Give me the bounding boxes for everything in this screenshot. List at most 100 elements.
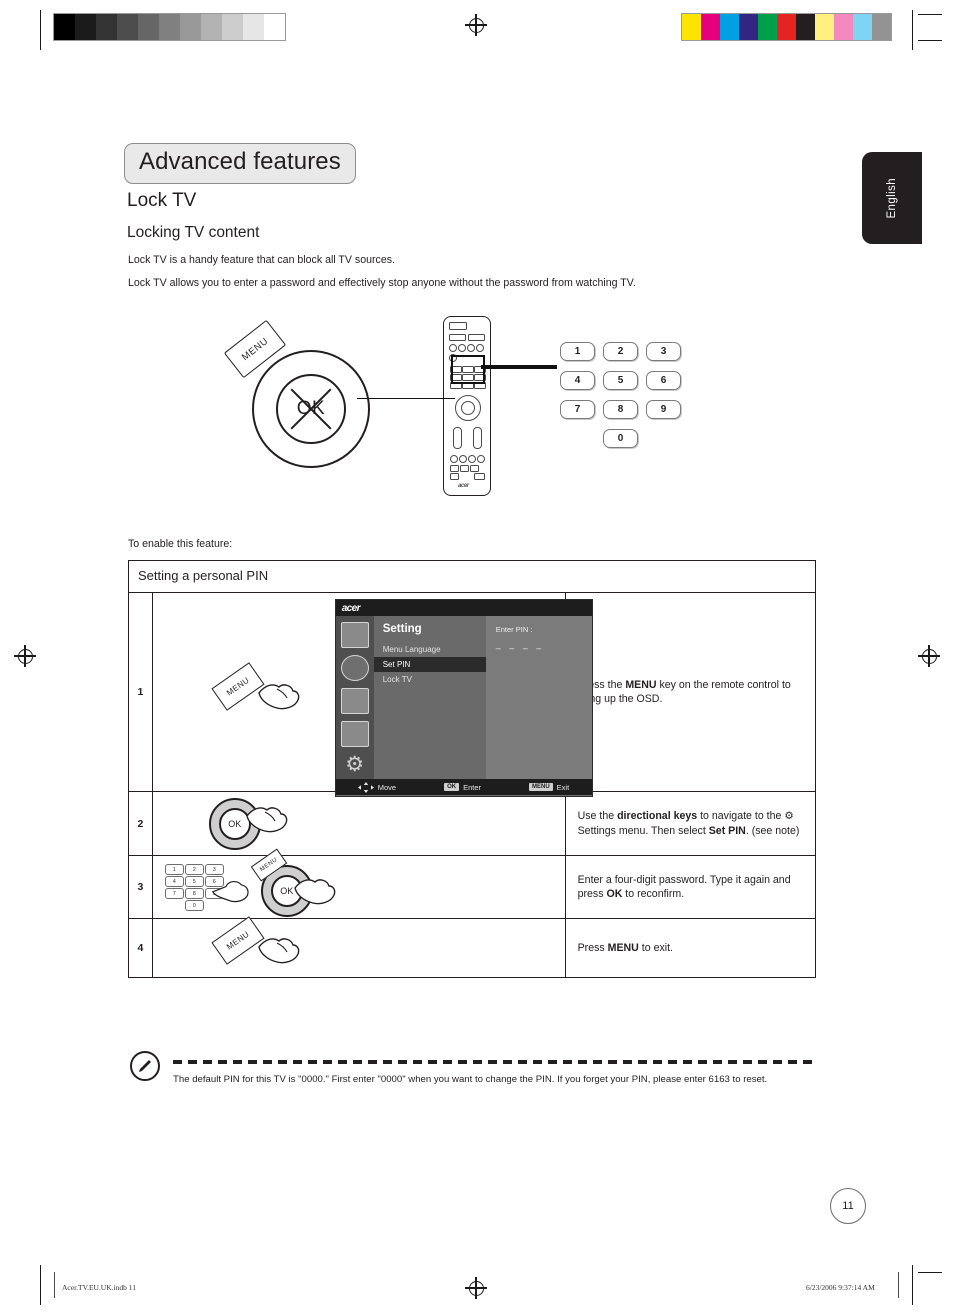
osd-menu-title: Setting	[382, 623, 422, 635]
osd-screenshot: acer ⚙ Setting Menu Language Set PIN Loc…	[334, 599, 593, 797]
language-tab-label: English	[886, 177, 898, 219]
picture-icon[interactable]	[340, 622, 369, 648]
note-divider	[173, 1060, 818, 1064]
mini-keypad-key-0: 0	[184, 900, 204, 911]
hand-pressing-icon	[257, 938, 300, 964]
table-row: 4 MENU Press MENU to exit.	[128, 916, 817, 978]
callout-line-ok	[357, 398, 455, 400]
menu-key-illustration-label: MENU	[224, 675, 251, 698]
hand-pressing-icon	[257, 684, 300, 710]
osd-body: ⚙ Setting Menu Language Set PIN Lock TV …	[335, 616, 592, 779]
mini-keypad-key-7: 7	[164, 888, 184, 899]
color-swatch	[739, 14, 758, 40]
step-2-illustration-cell: OK	[151, 791, 566, 856]
keypad-key-5[interactable]: 5	[603, 371, 638, 390]
ok-button-label: OK	[276, 374, 346, 444]
keypad-key-3[interactable]: 3	[646, 342, 681, 361]
table-row: 1 MENU acer ⚙ Setting Menu Language Set …	[128, 592, 817, 797]
grayscale-swatch	[159, 14, 180, 40]
osd-footer-move-label: Move	[377, 782, 397, 792]
step-instruction: Use the directional keys to navigate to …	[564, 791, 817, 856]
settings-gear-icon[interactable]: ⚙	[342, 754, 368, 778]
numeric-keypad-callout: 123 456 7890	[560, 342, 681, 450]
color-swatch	[758, 14, 777, 40]
keypad-key-0[interactable]: 0	[603, 429, 638, 448]
grayscale-calibration-bar	[53, 13, 286, 41]
section-title: Lock TV	[127, 190, 197, 211]
keypad-key-6[interactable]: 6	[646, 371, 681, 390]
grayscale-swatch	[222, 14, 243, 40]
lead-in-text: To enable this feature:	[128, 538, 233, 550]
note-text: The default PIN for this TV is "0000." F…	[173, 1074, 768, 1085]
remote-control-body: acer	[443, 316, 491, 496]
keypad-key-8[interactable]: 8	[603, 400, 638, 419]
footer-rule-right	[898, 1272, 899, 1298]
osd-key-menu: MENU	[529, 783, 553, 791]
osd-footer-exit-label: Exit	[556, 782, 570, 792]
color-swatch	[796, 14, 815, 40]
table-row: 3 1234567890 OK M	[128, 848, 817, 919]
registration-mark-left	[14, 645, 36, 667]
chapter-title: Advanced features	[124, 143, 356, 184]
hand-pressing-icon	[245, 807, 288, 833]
color-calibration-bar	[681, 13, 892, 41]
osd-menu-item-lock-tv[interactable]: Lock TV	[374, 672, 486, 687]
color-swatch	[853, 14, 872, 40]
crop-mark-bottom-left-v	[40, 1265, 42, 1305]
dpad-illustration: OK	[252, 350, 370, 468]
callout-line-keypad	[481, 365, 557, 369]
step-number: 4	[128, 918, 153, 978]
mini-keypad-key-3: 3	[204, 864, 224, 875]
osd-pin-dashes: – – – –	[495, 643, 545, 653]
color-swatch	[720, 14, 739, 40]
osd-footer-exit: MENU Exit	[529, 783, 569, 792]
sound-icon[interactable]	[340, 655, 369, 681]
grayscale-swatch	[243, 14, 264, 40]
osd-pin-prompt: Enter PIN :	[495, 625, 533, 634]
color-swatch	[777, 14, 796, 40]
menu-key-illustration-label: MENU	[258, 856, 279, 874]
hand-pointing-icon	[211, 880, 249, 903]
mini-keypad-key-5: 5	[184, 876, 204, 887]
mini-keypad-key-1: 1	[164, 864, 184, 875]
keypad-key-1[interactable]: 1	[560, 342, 595, 361]
channel-icon[interactable]	[340, 688, 369, 714]
keypad-highlight-box	[451, 355, 485, 384]
osd-menu-item-set-pin[interactable]: Set PIN	[373, 657, 486, 672]
footer-filename: Acer.TV.EU.UK.indb 11	[62, 1283, 136, 1292]
registration-mark-right	[918, 645, 940, 667]
crop-mark-top-right-h2	[918, 40, 942, 42]
osd-menu-column: Setting Menu Language Set PIN Lock TV	[373, 616, 486, 779]
keypad-key-7[interactable]: 7	[560, 400, 595, 419]
registration-mark-top	[465, 14, 487, 36]
menu-key-callout-label: MENU	[239, 335, 271, 363]
step-1-illustration-cell: MENU acer ⚙ Setting Menu Language Set PI…	[151, 592, 593, 797]
keypad-key-2[interactable]: 2	[603, 342, 638, 361]
feature-icon[interactable]	[340, 721, 369, 747]
crop-mark-top-right-v	[912, 10, 914, 50]
osd-footer-move: Move	[357, 781, 397, 793]
step-3-illustration-cell: 1234567890 OK MENU	[151, 848, 566, 919]
osd-brand-logo: acer	[341, 602, 361, 614]
step-number: 2	[128, 791, 153, 856]
table-header-label: Setting a personal PIN	[128, 560, 816, 593]
manual-page: English Advanced features Lock TV Lockin…	[0, 0, 954, 1314]
keypad-key-9[interactable]: 9	[646, 400, 681, 419]
pencil-note-icon	[139, 1060, 151, 1072]
osd-title-bar: acer	[335, 600, 592, 616]
osd-footer-enter: OK Enter	[444, 783, 481, 792]
mini-keypad-key-2: 2	[184, 864, 204, 875]
table-row: 2 OK Use the directional keys to navigat…	[128, 791, 817, 856]
color-swatch	[872, 14, 891, 40]
intro-paragraph-1: Lock TV is a handy feature that can bloc…	[128, 254, 395, 266]
procedure-table: Setting a personal PIN 1 MENU acer ⚙ Set…	[128, 560, 817, 978]
keypad-key-4[interactable]: 4	[560, 371, 595, 390]
osd-icon-column: ⚙	[335, 616, 374, 779]
crop-mark-bottom-right-h	[918, 1272, 942, 1274]
arrow-keys-icon	[357, 781, 374, 793]
registration-mark-bottom	[465, 1277, 487, 1299]
color-swatch	[701, 14, 720, 40]
osd-key-ok: OK	[444, 783, 460, 791]
step-4-illustration-cell: MENU	[151, 916, 566, 978]
osd-menu-item-menu-language[interactable]: Menu Language	[374, 642, 486, 657]
